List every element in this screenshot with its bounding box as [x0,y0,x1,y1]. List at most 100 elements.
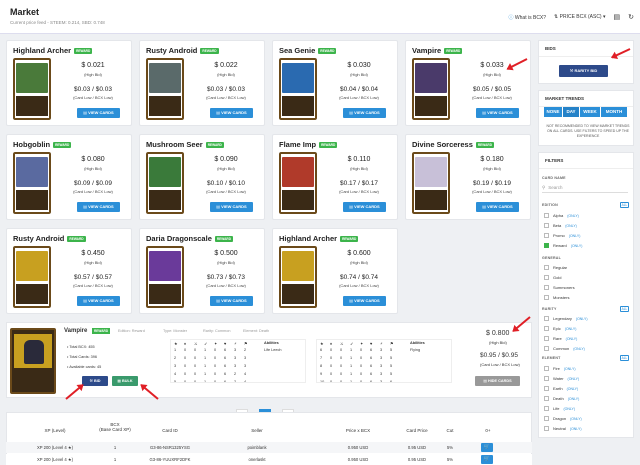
view-cards-button[interactable]: ▤ VIEW CARDS [210,202,253,212]
checkbox[interactable] [544,346,549,351]
cart-icon: 🛒 [483,444,491,450]
view-cards-button[interactable]: ▤ VIEW CARDS [210,108,253,118]
trend-tab-none[interactable]: NONE [544,107,562,117]
search-input[interactable]: Search [548,185,562,190]
trend-tab-day[interactable]: DAY [563,107,579,117]
element-filter-item[interactable]: Water (ONLY) [544,376,579,381]
edition-section-all-button[interactable]: ALL [620,202,629,208]
checkbox[interactable] [544,213,549,218]
bid-button[interactable]: ⚒ BID [82,376,108,386]
rarity-bid-button[interactable]: ⚒ RARITY BID [559,65,608,77]
column-header[interactable]: XP (Level) [30,428,80,433]
column-header[interactable]: Seller [232,428,282,433]
buy-button[interactable]: 🛒 [481,443,493,452]
only-link[interactable]: (ONLY) [571,244,583,248]
rarity-filter-item[interactable]: Epic (ONLY) [544,326,576,331]
only-link[interactable]: (ONLY) [568,397,580,401]
grid-view-icon[interactable]: ▤ [614,13,621,21]
view-cards-button[interactable]: ▤ VIEW CARDS [476,202,519,212]
checkbox[interactable] [544,275,549,280]
sort-dropdown[interactable]: ⇅ PRICE BCX (ASC) ▾ [554,14,605,20]
rarity-filter-item[interactable]: Legendary (ONLY) [544,316,588,321]
general-filter-item[interactable]: Monsters [544,295,569,300]
general-filter-item[interactable]: Gold [544,275,561,280]
only-link[interactable]: (ONLY) [565,327,577,331]
element-filter-item[interactable]: Dragon (ONLY) [544,416,582,421]
column-header[interactable]: Card ID [145,428,195,433]
trend-tab-week[interactable]: WEEK [580,107,600,117]
only-link[interactable]: (ONLY) [565,224,577,228]
card-image [146,246,184,308]
edition-filter-item[interactable]: Alpha (ONLY) [544,213,579,218]
view-cards-button[interactable]: ▤ VIEW CARDS [343,296,386,306]
column-header[interactable]: Price x BCX [333,428,383,433]
checkbox[interactable] [544,316,549,321]
only-link[interactable]: (ONLY) [570,427,582,431]
view-cards-button[interactable]: ▤ VIEW CARDS [343,108,386,118]
checkbox[interactable] [544,223,549,228]
table-cell: 0.950 USD [347,445,369,450]
checkbox[interactable] [544,386,549,391]
bulk-button[interactable]: ▦ BULK [112,376,138,386]
card-low-label: (Card Low / BCX Low) [206,189,246,194]
rarity-section: RARITY [542,307,557,311]
checkbox[interactable] [544,406,549,411]
reward-badge: REWARD [74,48,93,55]
only-link[interactable]: (ONLY) [570,417,582,421]
checkbox[interactable] [544,285,549,290]
only-link[interactable]: (ONLY) [567,214,579,218]
view-cards-button[interactable]: ▤ VIEW CARDS [77,202,120,212]
refresh-icon[interactable]: ↻ [628,13,634,21]
element-filter-item[interactable]: Neutral (ONLY) [544,426,582,431]
table-cell: 0.950 USD [347,457,369,462]
column-header[interactable]: 0+ [478,428,498,433]
checkbox[interactable] [544,416,549,421]
card-low-price: $0.74 / $0.74 [340,274,378,281]
only-link[interactable]: (ONLY) [576,317,588,321]
view-cards-button[interactable]: ▤ VIEW CARDS [77,108,120,118]
rarity-section-all-button[interactable]: ALL [620,306,629,312]
trend-tab-month[interactable]: MONTH [601,107,627,117]
help-link[interactable]: ⓘ What is BCX? [509,14,547,21]
checkbox[interactable] [544,295,549,300]
edition-filter-item[interactable]: Beta (ONLY) [544,223,577,228]
column-header[interactable]: Card Price [392,428,442,433]
column-header[interactable]: BCX (Base Card XP) [95,422,135,432]
only-link[interactable]: (ONLY) [568,377,580,381]
checkbox[interactable] [544,326,549,331]
checkbox[interactable] [544,243,549,248]
rarity-filter-item[interactable]: Common (ONLY) [544,346,585,351]
checkbox[interactable] [544,376,549,381]
only-link[interactable]: (ONLY) [564,367,576,371]
checkbox[interactable] [544,366,549,371]
element-filter-item[interactable]: Death (ONLY) [544,396,579,401]
only-link[interactable]: (ONLY) [563,407,575,411]
checkbox[interactable] [544,233,549,238]
element-filter-item[interactable]: Earth (ONLY) [544,386,578,391]
view-cards-button[interactable]: ▤ VIEW CARDS [210,296,253,306]
general-filter-item[interactable]: Summoners [544,285,575,290]
only-link[interactable]: (ONLY) [569,234,581,238]
checkbox[interactable] [544,426,549,431]
view-cards-button[interactable]: ▤ VIEW CARDS [476,108,519,118]
checkbox[interactable] [544,396,549,401]
only-link[interactable]: (ONLY) [567,387,579,391]
hide-cards-button[interactable]: ▤ HIDE CARDS [475,376,520,386]
checkbox[interactable] [544,265,549,270]
element-filter-item[interactable]: Life (ONLY) [544,406,575,411]
rarity-filter-item[interactable]: Rare (ONLY) [544,336,577,341]
general-filter-item[interactable]: Regular [544,265,567,270]
only-link[interactable]: (ONLY) [566,337,578,341]
only-link[interactable]: (ONLY) [573,347,585,351]
buy-button[interactable]: 🛒 [481,455,493,464]
edition-filter-item[interactable]: Promo (ONLY) [544,233,580,238]
element-filter-item[interactable]: Fire (ONLY) [544,366,576,371]
element-section-all-button[interactable]: ALL [620,355,629,361]
edition-filter-item[interactable]: Reward (ONLY) [544,243,582,248]
view-cards-button[interactable]: ▤ VIEW CARDS [343,202,386,212]
search-field[interactable]: ⚲ Search [542,183,628,193]
card-tile: Hobgoblin REWARD $ 0.080 (High Bid) $0.09… [6,134,132,220]
column-header[interactable]: Cut [440,428,460,433]
checkbox[interactable] [544,336,549,341]
view-cards-button[interactable]: ▤ VIEW CARDS [77,296,120,306]
